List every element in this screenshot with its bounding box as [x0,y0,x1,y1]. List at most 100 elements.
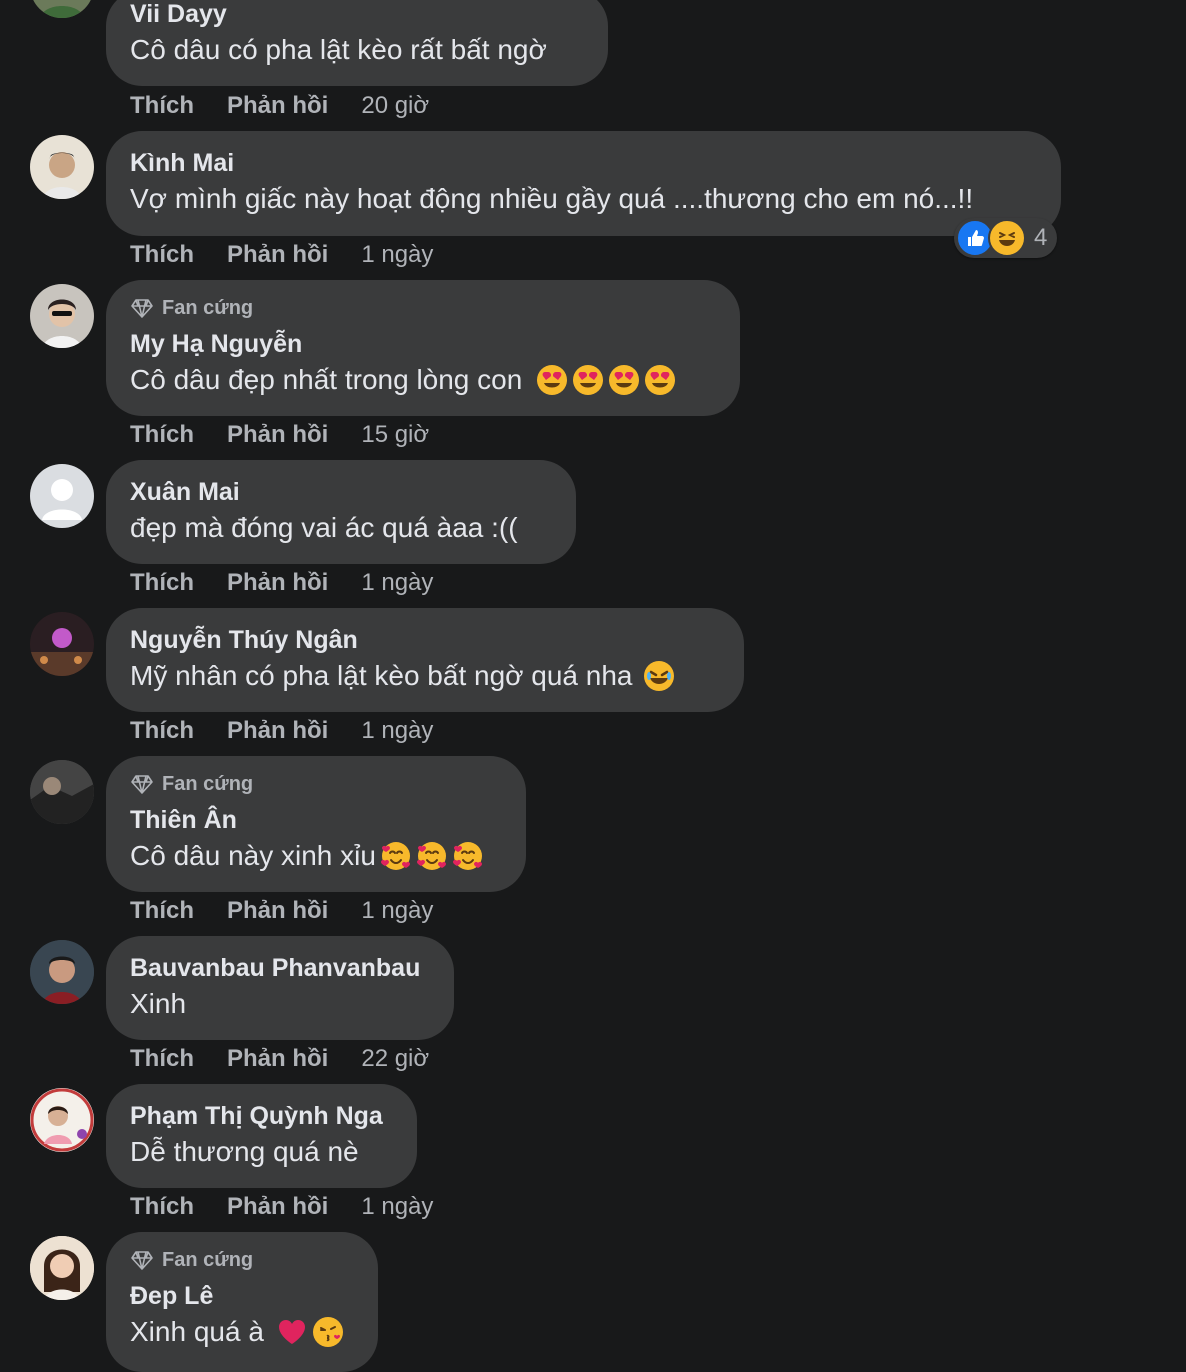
reaction-count: 4 [1034,224,1048,251]
comment-text-content: Cô dâu này xinh xỉu [130,840,376,871]
comment-text: Cô dâu đẹp nhất trong lòng con [130,364,676,396]
comment-timestamp[interactable]: 1 ngày [361,897,433,925]
avatar[interactable] [30,284,94,348]
reply-button[interactable]: Phản hồi [227,569,328,597]
smiling-hearts-emoji-icon [380,840,412,872]
like-button[interactable]: Thích [130,1045,194,1073]
like-button[interactable]: Thích [130,717,194,745]
comment-text-content: Xinh quá à [130,1316,264,1347]
comment-text-content: Xinh [130,988,187,1019]
reply-button[interactable]: Phản hồi [227,1193,328,1221]
avatar[interactable] [30,612,94,676]
like-button[interactable]: Thích [130,92,194,120]
comment-actions: Thích Phản hồi 15 giờ [130,421,429,449]
avatar[interactable] [30,1088,94,1152]
reply-button[interactable]: Phản hồi [227,1045,328,1073]
reaction-summary[interactable]: 4 [954,218,1058,258]
reply-button[interactable]: Phản hồi [227,92,328,120]
reply-button[interactable]: Phản hồi [227,241,328,269]
comment-text: Mỹ nhân có pha lật kèo bất ngờ quá nha [130,660,675,692]
heart-eyes-emoji-icon [608,364,640,396]
comment-timestamp[interactable]: 15 giờ [361,421,429,449]
avatar[interactable] [30,1236,94,1300]
comment-text: Vợ mình giấc này hoạt động nhiều gầy quá… [130,183,973,215]
comment-bubble: Kình Mai Vợ mình giấc này hoạt động nhiề… [106,131,1061,236]
comment-actions: Thích Phản hồi 22 giờ [130,1045,429,1073]
comment-timestamp[interactable]: 1 ngày [361,1193,433,1221]
fan-badge: Fan cứng [130,772,253,796]
comment-text-content: Cô dâu đẹp nhất trong lòng con [130,364,523,395]
smiling-hearts-emoji-icon [416,840,448,872]
comment-author[interactable]: Phạm Thị Quỳnh Nga [130,1102,383,1131]
like-button[interactable]: Thích [130,241,194,269]
comment-author[interactable]: Đep Lê [130,1282,213,1311]
comment-bubble: Bauvanbau Phanvanbau Xinh [106,936,454,1040]
comment-timestamp[interactable]: 22 giờ [361,1045,429,1073]
red-heart-emoji-icon [276,1316,308,1348]
comment-text: Xinh [130,988,186,1020]
comment-author[interactable]: My Hạ Nguyễn [130,330,302,359]
diamond-icon [130,1248,154,1272]
comment-text-content: Mỹ nhân có pha lật kèo bất ngờ quá nha [130,660,633,691]
comment-actions: Thích Phản hồi 1 ngày [130,1193,433,1221]
comment-actions: Thích Phản hồi 1 ngày [130,241,433,269]
like-button[interactable]: Thích [130,421,194,449]
badge-label: Fan cứng [162,296,254,319]
comment-timestamp[interactable]: 1 ngày [361,241,433,269]
avatar[interactable] [30,464,94,528]
comment-timestamp[interactable]: 1 ngày [361,717,433,745]
badge-label: Fan cứng [162,772,254,795]
comment-actions: Thích Phản hồi 1 ngày [130,717,433,745]
comment-text: Dễ thương quá nè [130,1136,359,1168]
comment-bubble: Fan cứng Thiên Ân Cô dâu này xinh xỉu [106,756,526,892]
like-button[interactable]: Thích [130,1193,194,1221]
comment-bubble: Fan cứng Đep Lê Xinh quá à [106,1232,378,1372]
avatar[interactable] [30,135,94,199]
comment-author[interactable]: Thiên Ân [130,806,237,835]
comment-actions: Thích Phản hồi 20 giờ [130,92,429,120]
comment-text-content: đẹp mà đóng vai ác quá àaa :(( [130,512,518,543]
avatar[interactable] [30,760,94,824]
comment-author[interactable]: Vii Dayy [130,0,227,29]
fan-badge: Fan cứng [130,296,253,320]
comment-bubble: Xuân Mai đẹp mà đóng vai ác quá àaa :(( [106,460,576,564]
comment-bubble: Vii Dayy Cô dâu có pha lật kèo rất bất n… [106,0,608,86]
comment-author[interactable]: Nguyễn Thúy Ngân [130,626,358,655]
fan-badge: Fan cứng [130,1248,253,1272]
comment-text-content: Dễ thương quá nè [130,1136,359,1167]
avatar[interactable] [30,940,94,1004]
rofl-emoji-icon [643,660,675,692]
heart-eyes-emoji-icon [536,364,568,396]
comment-timestamp[interactable]: 1 ngày [361,569,433,597]
like-button[interactable]: Thích [130,569,194,597]
badge-label: Fan cứng [162,1248,254,1271]
smiling-hearts-emoji-icon [452,840,484,872]
heart-eyes-emoji-icon [572,364,604,396]
comment-bubble: Fan cứng My Hạ Nguyễn Cô dâu đẹp nhất tr… [106,280,740,416]
like-button[interactable]: Thích [130,897,194,925]
reply-button[interactable]: Phản hồi [227,717,328,745]
avatar[interactable] [30,0,94,18]
comment-author[interactable]: Xuân Mai [130,478,240,507]
kiss-emoji-icon [312,1316,344,1348]
comment-bubble: Phạm Thị Quỳnh Nga Dễ thương quá nè [106,1084,417,1188]
comment-text: Xinh quá à [130,1316,344,1348]
comment-text: Cô dâu này xinh xỉu [130,840,484,872]
comment-text-content: Cô dâu có pha lật kèo rất bất ngờ [130,34,547,65]
scrollbar[interactable] [1176,0,1186,1344]
comment-author[interactable]: Kình Mai [130,149,234,178]
reply-button[interactable]: Phản hồi [227,421,328,449]
comment-text: Cô dâu có pha lật kèo rất bất ngờ [130,34,547,66]
comment-actions: Thích Phản hồi 1 ngày [130,897,433,925]
comment-text-content: Vợ mình giấc này hoạt động nhiều gầy quá… [130,183,974,214]
haha-reaction-icon [988,219,1026,257]
heart-eyes-emoji-icon [644,364,676,396]
reply-button[interactable]: Phản hồi [227,897,328,925]
comment-timestamp[interactable]: 20 giờ [361,92,429,120]
comment-actions: Thích Phản hồi 1 ngày [130,569,433,597]
diamond-icon [130,296,154,320]
diamond-icon [130,772,154,796]
comment-text: đẹp mà đóng vai ác quá àaa :(( [130,512,518,544]
comment-author[interactable]: Bauvanbau Phanvanbau [130,954,420,983]
comment-bubble: Nguyễn Thúy Ngân Mỹ nhân có pha lật kèo … [106,608,744,712]
